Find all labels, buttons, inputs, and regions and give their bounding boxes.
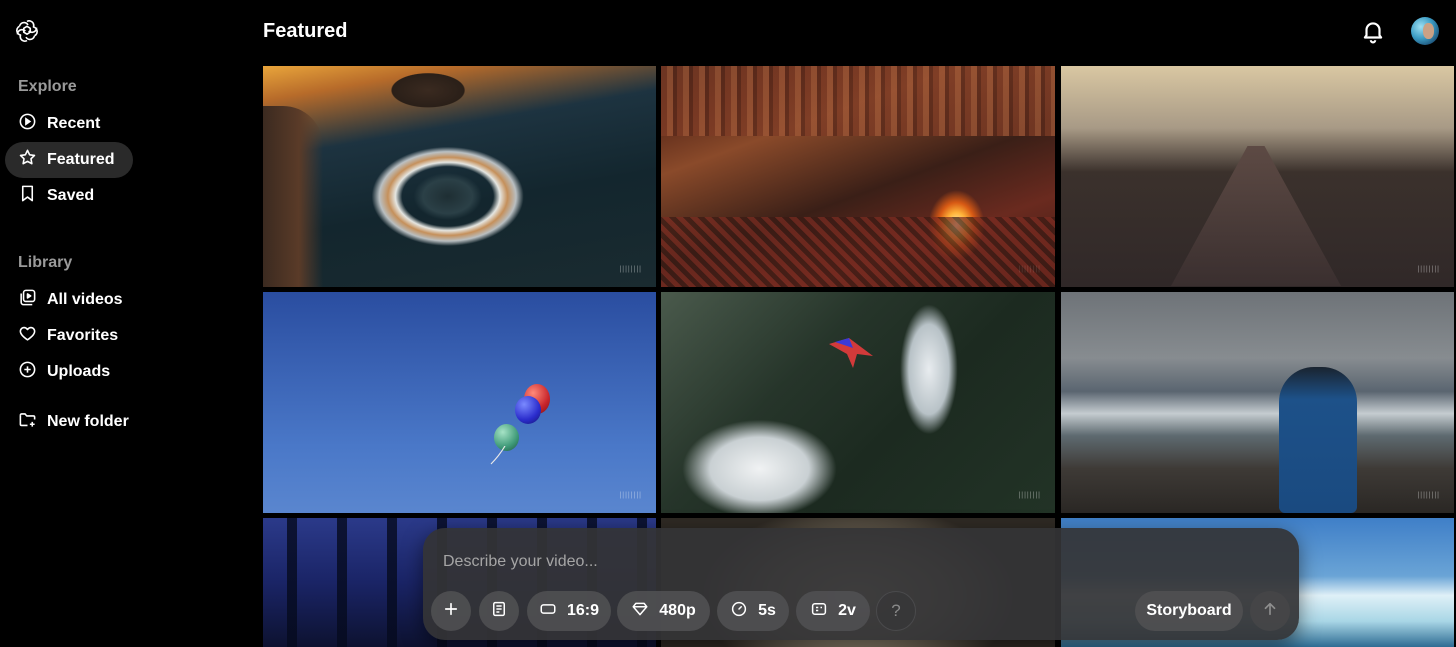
page-title: Featured (263, 20, 348, 42)
sidebar-item-label: All videos (47, 291, 123, 308)
variations-icon (810, 600, 828, 623)
watermark-icon: |||||||| (619, 492, 642, 499)
sidebar-item-label: Uploads (47, 363, 111, 380)
arrow-up-icon (1261, 600, 1279, 623)
heart-icon (18, 324, 37, 348)
video-tile-man-on-beach[interactable]: |||||||| (1061, 292, 1454, 513)
openai-logo-icon[interactable] (14, 18, 40, 44)
video-tile-tent-campfire[interactable]: |||||||| (661, 66, 1055, 287)
video-tile-balloons-sky[interactable]: |||||||| (263, 292, 656, 513)
help-label: ? (891, 601, 901, 620)
sidebar-item-label: Favorites (47, 327, 119, 344)
variations-button[interactable]: 2v (796, 591, 870, 631)
sidebar-item-label: Saved (47, 187, 95, 204)
aspect-ratio-label: 16:9 (566, 602, 600, 619)
diamond-icon (631, 600, 649, 623)
watermark-icon: |||||||| (1417, 492, 1440, 499)
document-list-icon (490, 600, 508, 623)
user-avatar[interactable] (1411, 17, 1439, 45)
sidebar-item-favorites[interactable]: Favorites (5, 318, 136, 354)
video-tile-waterfall-wingsuit[interactable]: |||||||| (661, 292, 1055, 513)
prompt-input[interactable] (443, 548, 1263, 576)
resolution-button[interactable]: 480p (617, 591, 710, 631)
video-tile-vintage-car-street[interactable]: |||||||| (1061, 66, 1454, 287)
folder-plus-icon (18, 410, 37, 434)
sidebar-item-recent[interactable]: Recent (5, 106, 118, 142)
storyboard-label: Storyboard (1146, 602, 1232, 619)
watermark-icon: |||||||| (1018, 492, 1041, 499)
star-icon (18, 148, 37, 172)
wingsuit-flyer (829, 338, 873, 368)
notifications-bell-icon[interactable] (1360, 18, 1386, 44)
duration-button[interactable]: 5s (717, 591, 789, 631)
submit-button[interactable] (1250, 591, 1290, 631)
sidebar-item-saved[interactable]: Saved (5, 178, 112, 214)
aspect-ratio-button[interactable]: 16:9 (527, 591, 611, 631)
clock-icon (730, 600, 748, 623)
prompt-composer: 16:9 480p 5s 2v ? Storyboard (423, 528, 1299, 640)
help-button[interactable]: ? (876, 591, 916, 631)
sidebar-item-label: Recent (47, 115, 101, 132)
preset-button[interactable] (479, 591, 519, 631)
watermark-icon: |||||||| (1018, 266, 1041, 273)
section-label-explore: Explore (18, 78, 77, 95)
sidebar-item-all-videos[interactable]: All videos (5, 282, 141, 318)
sidebar: Explore Recent Featured Saved Library Al… (0, 0, 250, 647)
bookmark-icon (18, 184, 37, 208)
plus-icon (442, 600, 460, 623)
sidebar-item-label: New folder (47, 413, 129, 430)
aspect-ratio-icon (539, 600, 557, 623)
video-tile-ocean-whirlpool[interactable]: |||||||| (263, 66, 656, 287)
sidebar-item-featured[interactable]: Featured (5, 142, 133, 178)
watermark-icon: |||||||| (619, 266, 642, 273)
play-circle-icon (18, 112, 37, 136)
upload-circle-icon (18, 360, 37, 384)
add-media-button[interactable] (431, 591, 471, 631)
storyboard-button[interactable]: Storyboard (1135, 591, 1243, 631)
watermark-icon: |||||||| (1417, 266, 1440, 273)
variations-label: 2v (838, 602, 856, 619)
section-label-library: Library (18, 254, 73, 271)
sidebar-item-new-folder[interactable]: New folder (5, 404, 147, 440)
sidebar-item-label: Featured (47, 151, 115, 168)
sidebar-item-uploads[interactable]: Uploads (5, 354, 128, 390)
balloon-strings (490, 446, 506, 465)
duration-label: 5s (758, 602, 776, 619)
resolution-label: 480p (659, 602, 696, 619)
balloon-blue (515, 396, 541, 424)
video-library-icon (18, 288, 37, 312)
